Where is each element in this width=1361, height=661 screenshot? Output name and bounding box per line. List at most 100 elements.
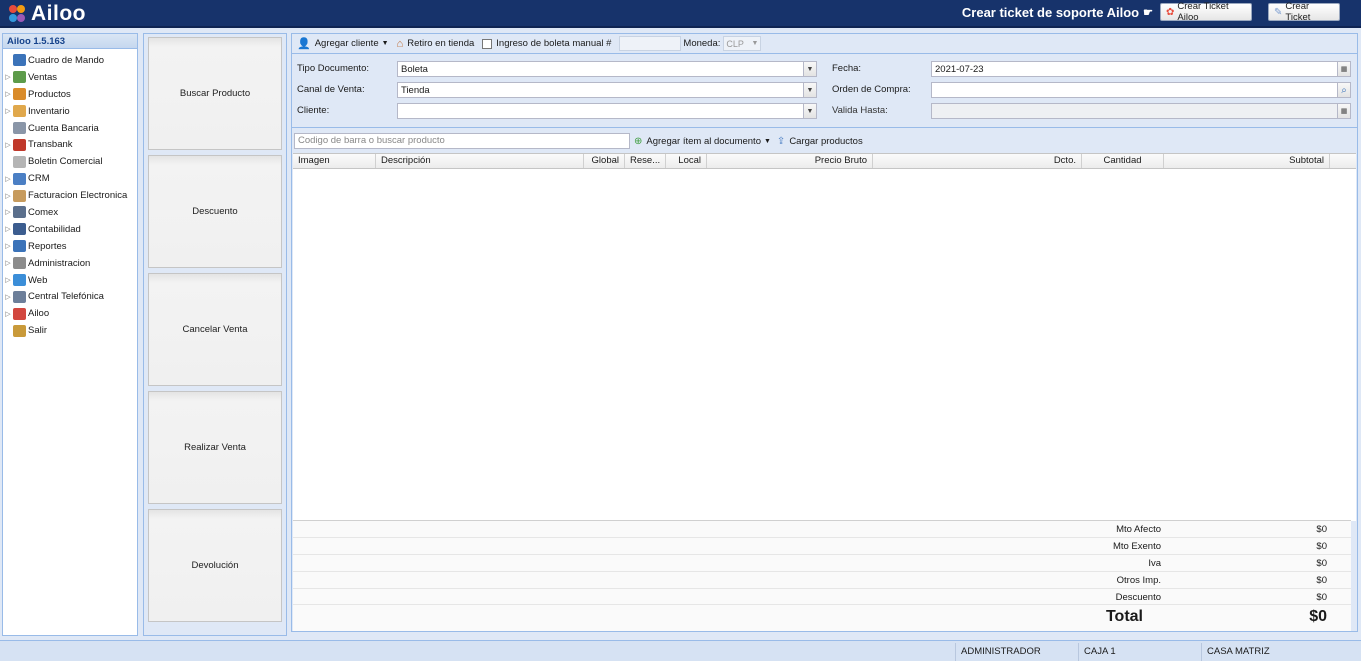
buscar-producto-button[interactable]: Buscar Producto <box>148 37 282 150</box>
tree-item[interactable]: ▷ Administracion <box>3 255 137 272</box>
expand-arrow-icon[interactable]: ▷ <box>3 175 13 183</box>
crear-ticket-button[interactable]: ✎ Crear Ticket <box>1268 1 1340 23</box>
cancelar-venta-button[interactable]: Cancelar Venta <box>148 273 282 386</box>
tree-item-label: Facturacion Electronica <box>28 190 128 202</box>
descuento-label: Descuento <box>192 206 238 217</box>
iva-row: Iva $0 <box>293 555 1351 572</box>
tipo-documento-select[interactable]: Boleta ▼ <box>397 61 817 77</box>
globe-icon <box>13 274 26 287</box>
tree-item[interactable]: Cuadro de Mando <box>3 52 137 69</box>
fecha-field[interactable]: 2021-07-23 ▦ <box>931 61 1351 77</box>
iva-value: $0 <box>1316 557 1327 569</box>
cross-icon <box>13 138 26 151</box>
orden-compra-field[interactable]: ⌕ <box>931 82 1351 98</box>
retiro-tienda-button[interactable]: ⌂ Retiro en tienda <box>397 38 475 50</box>
expand-arrow-icon[interactable]: ▷ <box>3 225 13 233</box>
devolucion-label: Devolución <box>191 560 239 571</box>
tipo-documento-label: Tipo Documento: <box>297 63 369 74</box>
chevron-down-icon[interactable]: ▼ <box>803 104 816 118</box>
tree-item-label: Cuadro de Mando <box>28 54 105 66</box>
box-icon <box>13 105 26 118</box>
realizar-venta-button[interactable]: Realizar Venta <box>148 391 282 504</box>
tree-item-label: Boletin Comercial <box>28 156 103 168</box>
tree-item[interactable]: ▷ Transbank <box>3 136 137 153</box>
tree-item[interactable]: Cuenta Bancaria <box>3 120 137 137</box>
expand-arrow-icon[interactable]: ▷ <box>3 310 13 318</box>
navigation-tree: Cuadro de Mando ▷ Ventas ▷ Productos ▷ Inventa… <box>3 49 137 339</box>
expand-arrow-icon[interactable]: ▷ <box>3 90 13 98</box>
valida-hasta-label: Valida Hasta: <box>832 105 888 116</box>
upload-icon: ⇪ <box>776 135 786 147</box>
agregar-item-button[interactable]: ⊕ Agregar ítem al documento ▼ <box>634 136 771 147</box>
col-imagen[interactable]: Imagen <box>293 154 376 168</box>
col-local[interactable]: Local <box>666 154 707 168</box>
tree-item[interactable]: ▷ Productos <box>3 86 137 103</box>
expand-arrow-icon[interactable]: ▷ <box>3 293 13 301</box>
search-icon[interactable]: ⌕ <box>1337 83 1350 97</box>
cliente-select[interactable]: ▼ <box>397 103 817 119</box>
user-add-icon: 👤 <box>297 38 311 50</box>
expand-arrow-icon[interactable]: ▷ <box>3 242 13 250</box>
descuento-button[interactable]: Descuento <box>148 155 282 268</box>
otros-imp-row: Otros Imp. $0 <box>293 572 1351 589</box>
report-icon <box>13 240 26 253</box>
tree-item[interactable]: ▷ Comex <box>3 204 137 221</box>
tree-item-label: Salir <box>28 325 48 337</box>
cargar-productos-label: Cargar productos <box>789 135 863 147</box>
crear-ticket-label: Crear Ticket <box>1285 1 1311 23</box>
tree-item[interactable]: ▷ Reportes <box>3 238 137 255</box>
canal-venta-select[interactable]: Tienda ▼ <box>397 82 817 98</box>
calendar-icon[interactable]: ▦ <box>1337 104 1350 118</box>
moneda-select[interactable]: CLP ▼ <box>723 36 762 51</box>
descuento-total-label: Descuento <box>1115 591 1161 603</box>
tree-item[interactable]: Boletin Comercial <box>3 153 137 170</box>
cargar-productos-button[interactable]: ⇪ Cargar productos <box>777 136 863 147</box>
crm-icon <box>13 172 26 185</box>
bank-icon <box>13 122 26 134</box>
ingreso-boleta-checkbox[interactable] <box>482 38 493 49</box>
tree-item[interactable]: ▷ CRM <box>3 170 137 187</box>
calendar-icon[interactable]: ▦ <box>1337 62 1350 76</box>
mto-exento-value: $0 <box>1316 540 1327 552</box>
valida-hasta-field[interactable]: ▦ <box>931 103 1351 119</box>
chevron-down-icon[interactable]: ▼ <box>803 62 816 76</box>
expand-arrow-icon[interactable]: ▷ <box>3 276 13 284</box>
expand-arrow-icon[interactable]: ▷ <box>3 208 13 216</box>
col-global[interactable]: Global <box>584 154 625 168</box>
support-title[interactable]: Crear ticket de soporte Ailoo ☛ <box>962 5 1153 20</box>
expand-arrow-icon[interactable]: ▷ <box>3 192 13 200</box>
moneda-label: Moneda: <box>683 38 721 49</box>
phone-icon <box>13 290 26 303</box>
devolucion-button[interactable]: Devolución <box>148 509 282 622</box>
col-precio-bruto[interactable]: Precio Bruto <box>707 154 873 168</box>
tree-item[interactable]: ▷ Ventas <box>3 69 137 86</box>
col-cantidad[interactable]: Cantidad <box>1082 154 1164 168</box>
expand-arrow-icon[interactable]: ▷ <box>3 73 13 81</box>
logo-text: Ailoo <box>31 2 86 25</box>
tree-item[interactable]: ▷ Contabilidad <box>3 221 137 238</box>
orden-compra-label: Orden de Compra: <box>832 84 911 95</box>
tree-item-label: Cuenta Bancaria <box>28 122 99 134</box>
chevron-down-icon[interactable]: ▼ <box>803 83 816 97</box>
product-search-input[interactable]: Codigo de barra o buscar producto <box>294 133 630 149</box>
crear-ticket-ailoo-button[interactable]: ✿ Crear Ticket Ailoo <box>1160 1 1252 23</box>
tree-item[interactable]: ▷ Facturacion Electronica <box>3 187 137 204</box>
tree-item[interactable]: ▷ Ailoo <box>3 305 137 322</box>
col-reservado[interactable]: Rese... <box>625 154 666 168</box>
col-subtotal[interactable]: Subtotal <box>1164 154 1330 168</box>
tree-item[interactable]: ▷ Central Telefónica <box>3 288 137 305</box>
col-dcto[interactable]: Dcto. <box>873 154 1082 168</box>
col-descripcion[interactable]: Descripción <box>376 154 584 168</box>
expand-arrow-icon[interactable]: ▷ <box>3 141 13 149</box>
boleta-number-input[interactable] <box>619 36 682 51</box>
ledger-icon <box>13 223 26 236</box>
expand-arrow-icon[interactable]: ▷ <box>3 107 13 115</box>
tree-item[interactable]: Salir <box>3 322 137 339</box>
document-toolbar: 👤 Agregar cliente ▼ ⌂ Retiro en tienda I… <box>292 34 1357 54</box>
total-label: Total <box>1105 608 1143 626</box>
tree-item[interactable]: ▷ Web <box>3 272 137 289</box>
support-title-text: Crear ticket de soporte Ailoo <box>961 5 1140 20</box>
agregar-cliente-button[interactable]: 👤 Agregar cliente ▼ <box>297 37 389 50</box>
expand-arrow-icon[interactable]: ▷ <box>3 259 13 267</box>
tree-item[interactable]: ▷ Inventario <box>3 103 137 120</box>
